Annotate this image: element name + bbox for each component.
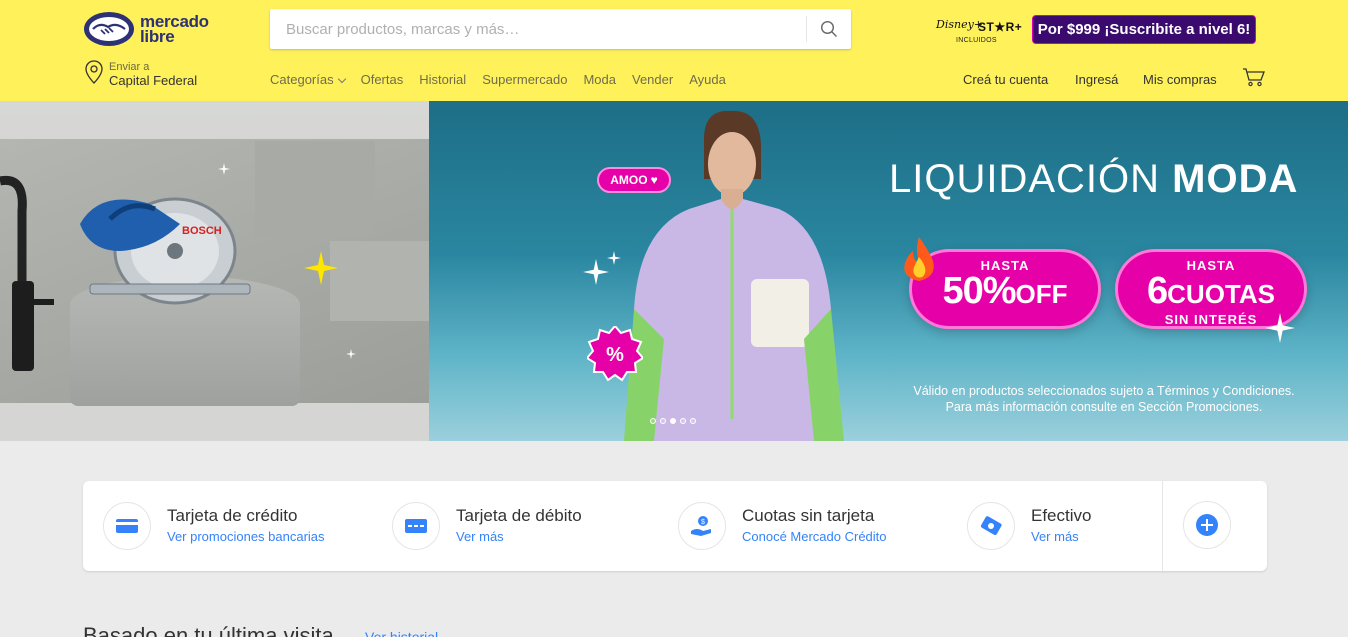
- main-nav: Categorías Ofertas Historial Supermercad…: [270, 72, 742, 87]
- login-link[interactable]: Ingresá: [1075, 72, 1118, 87]
- slide-floor: [0, 403, 430, 441]
- debit-card-icon: [392, 502, 440, 550]
- carousel-dot[interactable]: [680, 418, 686, 424]
- nav-ofertas[interactable]: Ofertas: [361, 72, 404, 87]
- mercado-credito-icon: $: [678, 502, 726, 550]
- payment-link[interactable]: Conocé Mercado Crédito: [742, 528, 887, 546]
- banner-title: LIQUIDACIÓN MODA: [889, 157, 1298, 202]
- banner-title-bold: MODA: [1172, 157, 1299, 201]
- model-image: [624, 110, 844, 441]
- amoo-sticker: AMOO ♥: [597, 167, 671, 193]
- offer1-value: 50%: [942, 270, 1016, 312]
- nav-supermercado[interactable]: Supermercado: [482, 72, 567, 87]
- wall-block: [255, 141, 375, 236]
- offer2-suffix: CUOTAS: [1167, 279, 1275, 309]
- payment-methods-card: Tarjeta de crédito Ver promociones banca…: [83, 481, 1267, 571]
- heart-icon: ♥: [650, 173, 658, 187]
- bosch-label: BOSCH: [182, 225, 222, 237]
- plus-circle-icon: [1196, 514, 1218, 536]
- search-icon: [820, 20, 837, 37]
- payment-title: Cuotas sin tarjeta: [742, 506, 875, 525]
- sparkle-icon: [607, 251, 621, 265]
- payment-debit-card[interactable]: Tarjeta de débito Ver más: [392, 501, 582, 551]
- moda-slide[interactable]: AMOO ♥ % LIQUIDACIÓN MODA HASTA 50%OFF H…: [429, 101, 1348, 441]
- sparkle-icon: [583, 259, 609, 285]
- payment-title: Tarjeta de débito: [456, 506, 582, 525]
- payment-installments[interactable]: $ Cuotas sin tarjeta Conocé Mercado Créd…: [678, 501, 887, 551]
- payment-divider: [1162, 481, 1163, 571]
- carousel-dots: [650, 418, 696, 424]
- mercado-libre-logo[interactable]: mercado libre: [84, 11, 234, 47]
- payment-link[interactable]: Ver más: [1031, 528, 1091, 546]
- wall-block: [330, 241, 430, 321]
- nav-vender[interactable]: Vender: [632, 72, 673, 87]
- previous-slide-bosch[interactable]: BOSCH: [0, 101, 430, 441]
- percent-badge: %: [587, 326, 643, 382]
- payment-link[interactable]: Ver promociones bancarias: [167, 528, 325, 546]
- search-bar: [270, 9, 851, 49]
- logo-line2: libre: [140, 27, 175, 46]
- more-payment-methods-button[interactable]: [1183, 501, 1231, 549]
- header: mercado libre Disney+ ST★R+ INCLUIDOS Po…: [0, 0, 1348, 101]
- nav-moda[interactable]: Moda: [583, 72, 616, 87]
- nav-ayuda[interactable]: Ayuda: [689, 72, 726, 87]
- nav-categorias-label: Categorías: [270, 72, 334, 87]
- legal-line2: Para más información consulte en Sección…: [945, 400, 1263, 414]
- fire-icon: [904, 237, 934, 281]
- sparkle-icon: [304, 251, 338, 285]
- payment-title: Tarjeta de crédito: [167, 506, 298, 525]
- cart-icon: [1243, 68, 1265, 87]
- chevron-down-icon: [337, 74, 346, 84]
- logo-text: mercado libre: [140, 13, 209, 46]
- nav-historial[interactable]: Historial: [419, 72, 466, 87]
- star-brand: ST★R+: [978, 20, 1023, 34]
- disney-star-logo[interactable]: Disney+ ST★R+ INCLUIDOS: [932, 16, 1024, 48]
- cart-button[interactable]: [1242, 67, 1266, 87]
- banner-title-light: LIQUIDACIÓN: [889, 157, 1161, 201]
- cash-icon: [967, 502, 1015, 550]
- purchases-link[interactable]: Mis compras: [1143, 72, 1217, 87]
- hero-carousel[interactable]: BOSCH AMOO ♥ % LIQUIDACIÓN MODA HASTA 50…: [0, 101, 1348, 441]
- disney-included: INCLUIDOS: [956, 37, 997, 44]
- section-title: Basado en tu última visita: [83, 623, 334, 637]
- offer1-suffix: OFF: [1015, 279, 1068, 309]
- payment-link[interactable]: Ver más: [456, 528, 582, 546]
- location-value: Capital Federal: [109, 73, 198, 88]
- create-account-link[interactable]: Creá tu cuenta: [963, 72, 1048, 87]
- handshake-icon: [84, 12, 134, 46]
- percent-symbol: %: [606, 344, 624, 366]
- location-label: Enviar a: [109, 61, 150, 73]
- sparkle-icon: [346, 349, 356, 359]
- svg-text:$: $: [701, 519, 705, 526]
- payment-credit-card[interactable]: Tarjeta de crédito Ver promociones banca…: [103, 501, 325, 551]
- carousel-dot[interactable]: [650, 418, 656, 424]
- search-button[interactable]: [807, 9, 851, 49]
- location-pin-icon: [85, 60, 103, 84]
- section-history-link[interactable]: Ver historial: [365, 629, 438, 637]
- payment-cash[interactable]: Efectivo Ver más: [967, 501, 1091, 551]
- sparkle-icon: [1265, 313, 1295, 343]
- payment-title: Efectivo: [1031, 506, 1092, 525]
- subscription-promo-button[interactable]: Por $999 ¡Suscribite a nivel 6!: [1032, 15, 1256, 44]
- carousel-dot-active[interactable]: [670, 418, 676, 424]
- nav-categorias[interactable]: Categorías: [270, 72, 346, 87]
- amoo-text: AMOO: [610, 173, 648, 187]
- disney-brand: Disney+: [936, 18, 984, 31]
- search-input[interactable]: [270, 9, 806, 49]
- carousel-dot[interactable]: [690, 418, 696, 424]
- offer2-small: HASTA: [1186, 258, 1236, 273]
- carousel-dot[interactable]: [660, 418, 666, 424]
- offer2-value: 6: [1147, 270, 1168, 312]
- circular-saw-image: BOSCH: [80, 197, 251, 305]
- sparkle-icon: [218, 163, 230, 175]
- credit-card-icon: [103, 502, 151, 550]
- banner-legal-text: Válido en productos seleccionados sujeto…: [884, 383, 1324, 415]
- legal-line1: Válido en productos seleccionados sujeto…: [913, 384, 1295, 398]
- shipping-location[interactable]: Enviar a Capital Federal: [84, 57, 224, 91]
